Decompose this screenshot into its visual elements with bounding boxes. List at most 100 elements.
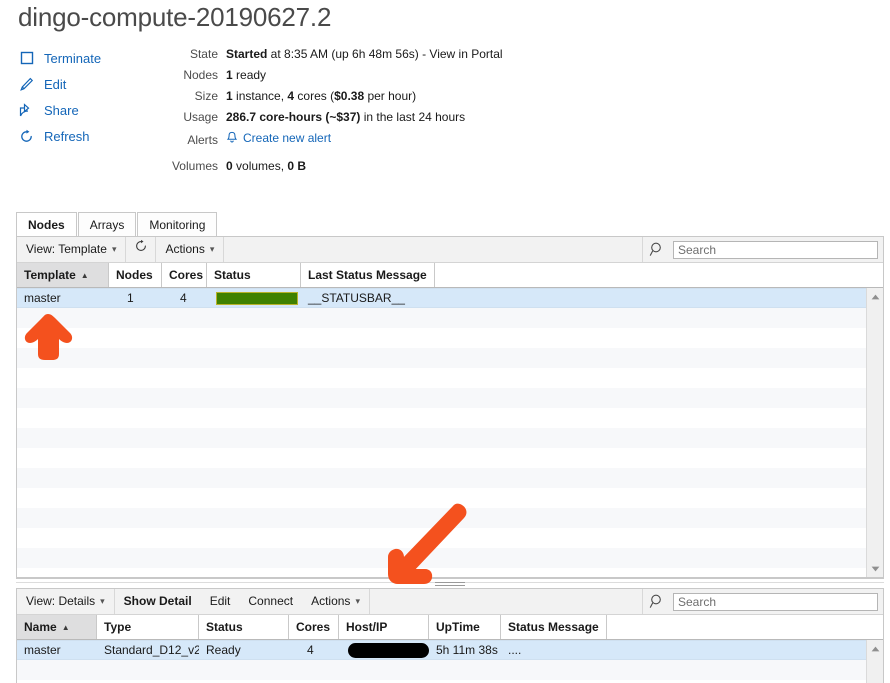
details-grid-body: master Standard_D12_v2 Ready 4 5h 11m 38… bbox=[17, 640, 883, 683]
share-label: Share bbox=[44, 102, 79, 118]
cell-type: Standard_D12_v2 bbox=[104, 643, 199, 657]
details-search-input[interactable] bbox=[673, 592, 878, 611]
summary-row-state: State Started at 8:35 AM (up 6h 48m 56s)… bbox=[150, 47, 503, 68]
cell-uptime: 5h 11m 38s bbox=[436, 643, 498, 657]
column-header-nodes[interactable]: Nodes bbox=[109, 263, 162, 287]
details-vertical-scrollbar[interactable] bbox=[866, 640, 883, 683]
column-header-status-message[interactable]: Status Message bbox=[501, 615, 607, 639]
volumes-count: 0 bbox=[226, 159, 233, 173]
usage-label: Usage bbox=[183, 110, 218, 124]
view-template-dropdown[interactable]: View: Template ▾ bbox=[17, 237, 127, 262]
usage-value-rest: in the last 24 hours bbox=[360, 110, 466, 124]
size-price-rest: per hour) bbox=[364, 89, 417, 103]
cell-cores: 4 bbox=[180, 291, 187, 305]
terminate-button[interactable]: Terminate bbox=[18, 45, 168, 71]
usage-value-bold: 286.7 core-hours (~$37) bbox=[226, 110, 361, 124]
details-actions-dropdown[interactable]: Actions ▾ bbox=[302, 589, 370, 614]
column-header-name-label: Name bbox=[24, 619, 57, 634]
view-details-label: View: Details bbox=[26, 594, 96, 608]
template-refresh-button[interactable] bbox=[126, 237, 157, 262]
cell-cores: 4 bbox=[307, 643, 314, 657]
scroll-down-icon[interactable] bbox=[867, 560, 883, 577]
node-details-panel: View: Details ▾ Show Detail Edit Connect… bbox=[16, 588, 884, 683]
cell-status-message: .... bbox=[508, 643, 522, 657]
details-connect-button[interactable]: Connect bbox=[239, 589, 302, 614]
table-row-empty[interactable] bbox=[17, 660, 883, 680]
table-row-empty[interactable] bbox=[17, 488, 883, 508]
table-row-empty[interactable] bbox=[17, 388, 883, 408]
show-detail-button[interactable]: Show Detail bbox=[115, 589, 201, 614]
details-grid: Name ▲ Type Status Cores Host/IP UpTime … bbox=[17, 615, 883, 683]
table-row-empty[interactable] bbox=[17, 528, 883, 548]
template-vertical-scrollbar[interactable] bbox=[866, 288, 883, 577]
template-actions-label: Actions bbox=[165, 242, 205, 256]
column-header-uptime[interactable]: UpTime bbox=[429, 615, 501, 639]
template-toolbar: View: Template ▾ Actions ▾ bbox=[17, 237, 883, 263]
splitter-grip-handle[interactable] bbox=[435, 581, 465, 586]
size-instances-rest: instance, bbox=[232, 89, 288, 103]
stop-square-icon bbox=[18, 50, 35, 67]
alerts-value: Create new alert bbox=[226, 131, 331, 147]
cell-status: Ready bbox=[206, 643, 241, 657]
table-row-empty[interactable] bbox=[17, 328, 883, 348]
size-label: Size bbox=[194, 89, 218, 103]
table-row-empty[interactable] bbox=[17, 468, 883, 488]
column-header-status[interactable]: Status bbox=[199, 615, 289, 639]
table-row-empty[interactable] bbox=[17, 428, 883, 448]
cell-nodes: 1 bbox=[127, 291, 134, 305]
view-details-dropdown[interactable]: View: Details ▾ bbox=[17, 589, 115, 614]
table-row-empty[interactable] bbox=[17, 368, 883, 388]
table-row-empty[interactable] bbox=[17, 408, 883, 428]
column-header-host-ip[interactable]: Host/IP bbox=[339, 615, 429, 639]
table-row-empty[interactable] bbox=[17, 548, 883, 568]
table-row[interactable]: master Standard_D12_v2 Ready 4 5h 11m 38… bbox=[17, 640, 883, 660]
column-header-type[interactable]: Type bbox=[97, 615, 199, 639]
share-button[interactable]: Share bbox=[18, 97, 168, 123]
template-search-input[interactable] bbox=[673, 240, 878, 259]
chevron-down-icon: ▾ bbox=[355, 596, 360, 606]
scroll-up-icon[interactable] bbox=[867, 288, 883, 305]
tab-arrays[interactable]: Arrays bbox=[77, 212, 137, 236]
table-row-empty[interactable] bbox=[17, 508, 883, 528]
table-row-empty[interactable] bbox=[17, 448, 883, 468]
nodes-value-rest: ready bbox=[232, 68, 267, 82]
tabstrip: Nodes Arrays Monitoring bbox=[16, 211, 218, 236]
nodes-value: 1 ready bbox=[226, 68, 266, 82]
refresh-button[interactable]: Refresh bbox=[18, 123, 168, 149]
chevron-down-icon: ▾ bbox=[209, 244, 215, 254]
template-grid-header: Template ▲ Nodes Cores Status Last Statu… bbox=[17, 263, 883, 288]
refresh-label: Refresh bbox=[44, 128, 90, 144]
view-template-label: View: Template bbox=[26, 242, 107, 256]
nodes-value-bold: 1 bbox=[226, 68, 233, 82]
details-actions-label: Actions bbox=[311, 594, 351, 608]
template-actions-dropdown[interactable]: Actions ▾ bbox=[156, 237, 225, 262]
column-header-cores[interactable]: Cores bbox=[289, 615, 339, 639]
details-edit-button[interactable]: Edit bbox=[201, 589, 240, 614]
column-header-cores[interactable]: Cores bbox=[162, 263, 207, 287]
template-grid: Template ▲ Nodes Cores Status Last Statu… bbox=[17, 263, 883, 577]
template-grid-body: master 1 4 __STATUSBAR__ bbox=[17, 288, 883, 577]
template-search-group bbox=[643, 240, 883, 259]
table-row-empty[interactable] bbox=[17, 308, 883, 328]
usage-value: 286.7 core-hours (~$37) in the last 24 h… bbox=[226, 110, 465, 124]
table-row[interactable]: master 1 4 __STATUSBAR__ bbox=[17, 288, 883, 308]
action-list: Terminate Edit Share Refresh bbox=[18, 45, 168, 149]
edit-button[interactable]: Edit bbox=[18, 71, 168, 97]
template-empty-rows bbox=[17, 308, 883, 568]
state-value-bold: Started bbox=[226, 47, 268, 61]
panel-splitter[interactable] bbox=[16, 578, 884, 588]
column-header-status[interactable]: Status bbox=[207, 263, 301, 287]
state-value: Started at 8:35 AM (up 6h 48m 56s) - Vie… bbox=[226, 47, 503, 61]
chevron-down-icon: ▾ bbox=[111, 244, 117, 254]
app-window: dingo-compute-20190627.2 Terminate Edit bbox=[0, 0, 890, 683]
create-new-alert-link[interactable]: Create new alert bbox=[226, 131, 331, 145]
column-header-template[interactable]: Template ▲ bbox=[17, 263, 109, 287]
table-row-empty[interactable] bbox=[17, 348, 883, 368]
tab-monitoring[interactable]: Monitoring bbox=[137, 212, 218, 236]
details-grid-header: Name ▲ Type Status Cores Host/IP UpTime … bbox=[17, 615, 883, 640]
scroll-up-icon[interactable] bbox=[867, 640, 883, 657]
column-header-name[interactable]: Name ▲ bbox=[17, 615, 97, 639]
tab-nodes[interactable]: Nodes bbox=[16, 212, 77, 236]
size-price: $0.38 bbox=[334, 89, 365, 103]
column-header-last-status-message[interactable]: Last Status Message bbox=[301, 263, 435, 287]
